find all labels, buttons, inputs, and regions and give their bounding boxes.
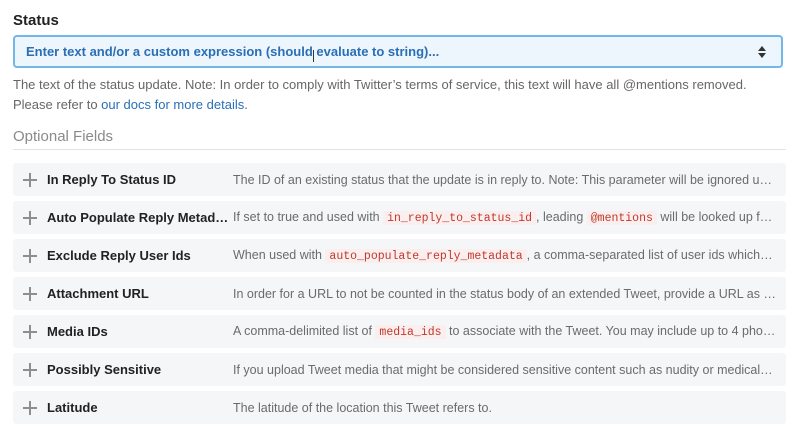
field-description: The ID of an existing status that the up… bbox=[233, 172, 786, 187]
field-name: Auto Populate Reply Metadata bbox=[47, 210, 233, 225]
optional-field-row[interactable]: Attachment URL In order for a URL to not … bbox=[13, 277, 786, 310]
optional-field-row[interactable]: Possibly Sensitive If you upload Tweet me… bbox=[13, 353, 786, 386]
field-description: If you upload Tweet media that might be … bbox=[233, 362, 786, 377]
field-description: In order for a URL to not be counted in … bbox=[233, 286, 786, 301]
plus-icon[interactable] bbox=[23, 324, 37, 339]
plus-icon[interactable] bbox=[23, 172, 37, 187]
status-help-text: The text of the status update. Note: In … bbox=[13, 77, 747, 112]
select-arrows-icon[interactable] bbox=[753, 45, 771, 58]
optional-field-row[interactable]: Latitude The latitude of the location thi… bbox=[13, 391, 786, 424]
param-code: @mentions bbox=[586, 211, 657, 225]
optional-field-row[interactable]: Auto Populate Reply Metadata If set to tr… bbox=[13, 201, 786, 234]
divider bbox=[13, 149, 786, 150]
plus-icon[interactable] bbox=[23, 210, 37, 225]
status-label: Status bbox=[13, 12, 59, 29]
optional-field-row[interactable]: Exclude Reply User Ids When used with aut… bbox=[13, 239, 786, 272]
field-name: Media IDs bbox=[47, 324, 108, 339]
param-code: auto_populate_reply_metadata bbox=[325, 249, 527, 263]
param-code: media_ids bbox=[375, 325, 446, 339]
field-description: If set to true and used with in_reply_to… bbox=[233, 210, 786, 225]
optional-field-row[interactable]: In Reply To Status ID The ID of an existi… bbox=[13, 163, 786, 196]
param-code: in_reply_to_status_id bbox=[383, 211, 537, 225]
field-description: The latitude of the location this Tweet … bbox=[233, 400, 492, 415]
field-name: Possibly Sensitive bbox=[47, 362, 162, 377]
status-input[interactable]: Enter text and/or a custom expression (s… bbox=[13, 35, 783, 68]
plus-icon[interactable] bbox=[23, 400, 37, 415]
plus-icon[interactable] bbox=[23, 362, 37, 377]
plus-icon[interactable] bbox=[23, 248, 37, 263]
field-name: In Reply To Status ID bbox=[47, 172, 177, 187]
text-cursor-icon bbox=[313, 50, 314, 62]
status-placeholder: Enter text and/or a custom expression (s… bbox=[26, 44, 440, 59]
field-name: Latitude bbox=[47, 400, 98, 415]
optional-field-row[interactable]: Media IDs A comma-delimited list of media… bbox=[13, 315, 786, 348]
docs-link[interactable]: our docs for more details bbox=[101, 97, 244, 112]
field-description: When used with auto_populate_reply_metad… bbox=[233, 248, 786, 263]
field-name: Exclude Reply User Ids bbox=[47, 248, 191, 263]
optional-fields-list: In Reply To Status ID The ID of an existi… bbox=[13, 163, 786, 429]
plus-icon[interactable] bbox=[23, 286, 37, 301]
field-description: A comma-delimited list of media_ids to a… bbox=[233, 324, 784, 339]
optional-fields-title: Optional Fields bbox=[13, 128, 114, 145]
field-name: Attachment URL bbox=[47, 286, 149, 301]
